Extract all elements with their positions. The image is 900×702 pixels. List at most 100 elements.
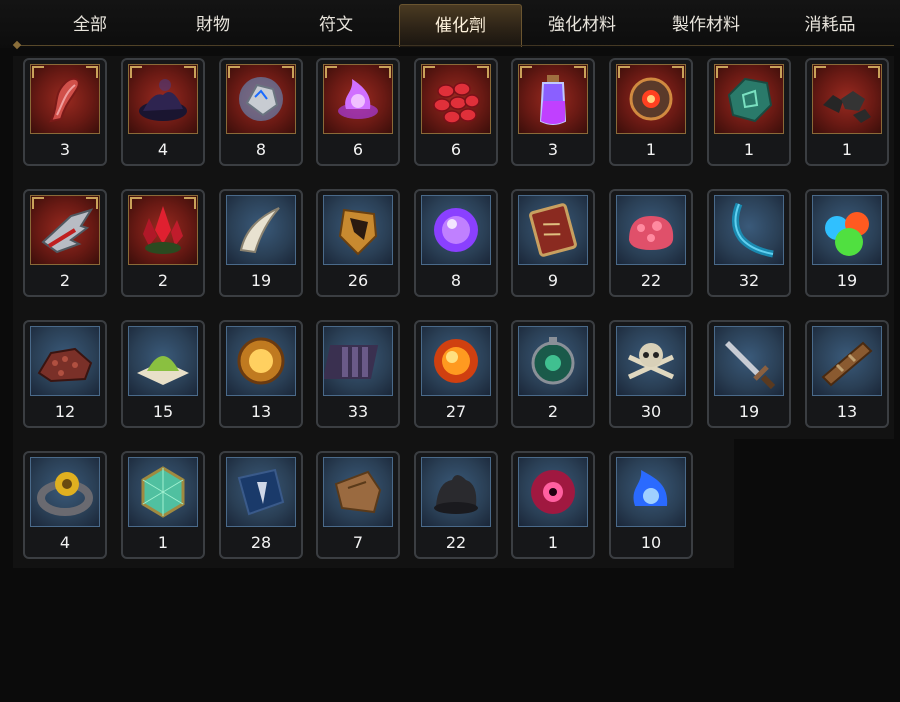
red-ore-pile-icon (30, 326, 100, 396)
item-slot[interactable]: 26 (316, 189, 400, 297)
wooden-splint-icon (812, 326, 882, 396)
demonic-tome-icon (518, 195, 588, 265)
item-count: 13 (250, 402, 272, 421)
item-slot[interactable]: 27 (414, 320, 498, 428)
dark-scales-plate-icon (323, 326, 393, 396)
item-slot[interactable]: 10 (609, 451, 693, 559)
item-slot[interactable]: 2 (23, 189, 107, 297)
item-slot[interactable]: 30 (609, 320, 693, 428)
item-slot[interactable]: 9 (511, 189, 595, 297)
item-slot[interactable]: 22 (609, 189, 693, 297)
item-slot[interactable]: 19 (707, 320, 791, 428)
item-slot[interactable]: 4 (121, 58, 205, 166)
item-slot[interactable]: 6 (316, 58, 400, 166)
leather-scrap-icon (323, 457, 393, 527)
green-rune-shard-icon (714, 64, 784, 134)
item-count: 3 (59, 140, 71, 159)
item-slot[interactable]: 32 (707, 189, 791, 297)
item-count: 2 (547, 402, 559, 421)
item-count: 32 (738, 271, 760, 290)
item-count: 19 (836, 271, 858, 290)
blue-spirit-flame-icon (616, 457, 686, 527)
pink-flesh-blob-icon (616, 195, 686, 265)
item-count: 6 (450, 140, 462, 159)
item-count: 27 (445, 402, 467, 421)
item-slot[interactable]: 28 (219, 451, 303, 559)
red-twisted-horn-icon (30, 64, 100, 134)
purple-flame-icon (323, 64, 393, 134)
item-slot[interactable]: 19 (219, 189, 303, 297)
item-slot[interactable]: 22 (414, 451, 498, 559)
item-slot[interactable]: 13 (805, 320, 889, 428)
bone-fang-icon (226, 195, 296, 265)
violet-energy-orb-icon (421, 195, 491, 265)
tab-all[interactable]: 全部 (40, 4, 140, 46)
tar-lump-icon (421, 457, 491, 527)
item-count: 6 (352, 140, 364, 159)
steel-dagger-icon (714, 326, 784, 396)
item-count: 4 (157, 140, 169, 159)
black-ore-chunks-icon (812, 64, 882, 134)
item-count: 2 (157, 271, 169, 290)
item-slot[interactable]: 15 (121, 320, 205, 428)
item-count: 22 (640, 271, 662, 290)
skull-crossbones-icon (616, 326, 686, 396)
item-count: 7 (352, 533, 364, 552)
item-count: 15 (152, 402, 174, 421)
red-crystal-cluster-icon (128, 195, 198, 265)
tab-catalysts[interactable]: 催化劑 (399, 4, 522, 47)
ancient-mechanism-orb-icon (616, 64, 686, 134)
item-slot[interactable]: 1 (707, 58, 791, 166)
item-slot[interactable]: 1 (805, 58, 889, 166)
purple-potion-vial-icon (518, 64, 588, 134)
item-count: 1 (645, 140, 657, 159)
tab-valuables[interactable]: 財物 (163, 4, 263, 46)
item-count: 30 (640, 402, 662, 421)
golden-shield-shard-icon (323, 195, 393, 265)
item-slot[interactable]: 19 (805, 189, 889, 297)
red-scales-icon (421, 64, 491, 134)
blue-lightning-stone-icon (226, 64, 296, 134)
gold-gear-ring-icon (30, 457, 100, 527)
item-slot[interactable]: 3 (23, 58, 107, 166)
molten-orb-icon (421, 326, 491, 396)
item-slot[interactable]: 8 (414, 189, 498, 297)
item-count: 19 (250, 271, 272, 290)
item-slot[interactable]: 4 (23, 451, 107, 559)
colored-orbs-icon (812, 195, 882, 265)
item-count: 8 (255, 140, 267, 159)
item-slot[interactable]: 7 (316, 451, 400, 559)
item-slot[interactable]: 6 (414, 58, 498, 166)
item-slot[interactable]: 1 (609, 58, 693, 166)
dark-ash-pile-icon (128, 64, 198, 134)
teal-gem-icon (128, 457, 198, 527)
item-count: 19 (738, 402, 760, 421)
item-count: 28 (250, 533, 272, 552)
item-count: 1 (157, 533, 169, 552)
item-slot[interactable]: 3 (511, 58, 595, 166)
item-count: 1 (547, 533, 559, 552)
item-slot[interactable]: 13 (219, 320, 303, 428)
item-slot[interactable]: 2 (511, 320, 595, 428)
item-count: 12 (54, 402, 76, 421)
item-count: 33 (347, 402, 369, 421)
item-count: 26 (347, 271, 369, 290)
tab-runes[interactable]: 符文 (286, 4, 386, 46)
item-slot[interactable]: 33 (316, 320, 400, 428)
tab-consumables[interactable]: 消耗品 (780, 4, 880, 46)
demon-eye-orb-icon (518, 457, 588, 527)
item-count: 13 (836, 402, 858, 421)
item-count: 1 (841, 140, 853, 159)
tab-enhancement-materials[interactable]: 強化材料 (532, 4, 632, 46)
item-slot[interactable]: 12 (23, 320, 107, 428)
item-count: 1 (743, 140, 755, 159)
item-slot[interactable]: 8 (219, 58, 303, 166)
item-slot[interactable]: 1 (511, 451, 595, 559)
item-count: 10 (640, 533, 662, 552)
tab-crafting-materials[interactable]: 製作材料 (656, 4, 756, 46)
item-slot[interactable]: 2 (121, 189, 205, 297)
item-count: 8 (450, 271, 462, 290)
item-slot[interactable]: 1 (121, 451, 205, 559)
tab-divider (14, 45, 894, 46)
blue-cloth-emblem-icon (226, 457, 296, 527)
